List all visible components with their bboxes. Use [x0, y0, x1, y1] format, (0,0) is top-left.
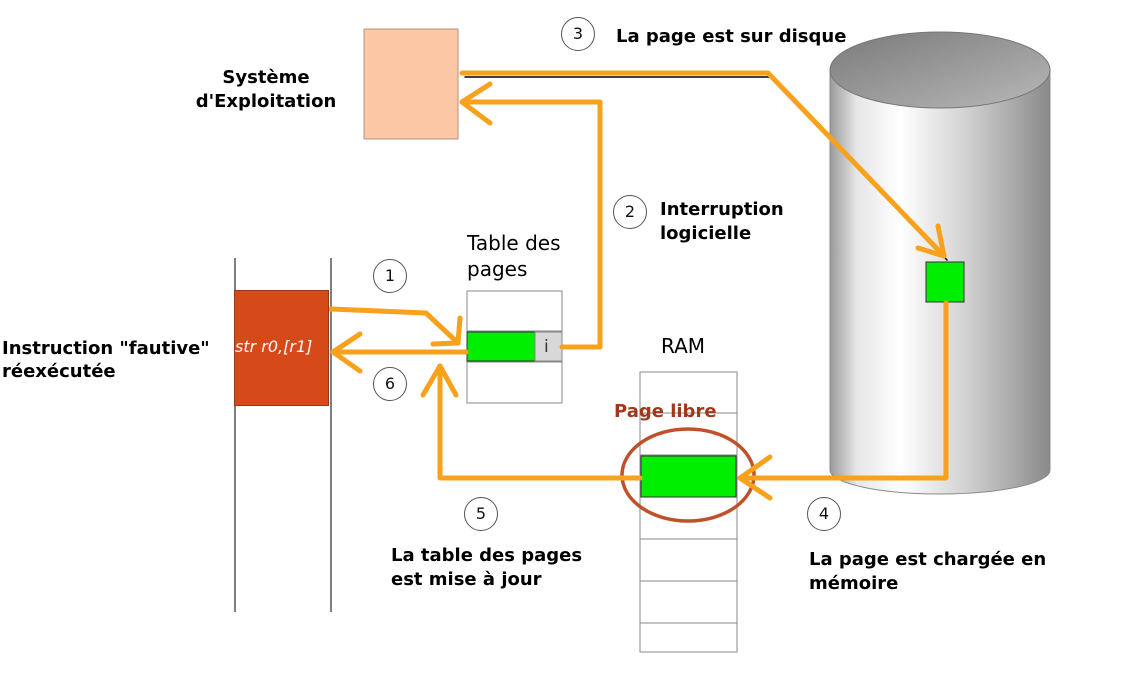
- instruction-code: str r0,[r1]: [235, 337, 313, 356]
- step-circle-1: 1: [373, 259, 407, 293]
- os-label: Système d'Exploitation: [195, 67, 337, 112]
- instruction-label-line1: Instruction "fautive": [2, 338, 210, 359]
- step-circle-2: 2: [613, 195, 647, 229]
- step5-label: La table des pages est mise à jour: [391, 545, 583, 590]
- page-table-entry: [466, 331, 536, 362]
- ram-label: RAM: [661, 334, 706, 358]
- step-circle-3: 3: [561, 17, 595, 51]
- disk-page: [925, 261, 965, 303]
- free-page-label: Page libre: [614, 401, 717, 422]
- os-box: [363, 28, 459, 140]
- step-circle-4: 4: [807, 497, 841, 531]
- step-circle-5: 5: [464, 497, 498, 531]
- invalid-bit-label: i: [544, 337, 549, 357]
- step-circle-6: 6: [373, 367, 407, 401]
- instruction-label-line2: réexécutée: [2, 361, 116, 382]
- step3-label: La page est sur disque: [616, 26, 847, 47]
- ram-loaded-page: [640, 455, 737, 498]
- step2-label: Interruption logicielle: [660, 199, 784, 244]
- faulting-instruction-box: str r0,[r1]: [234, 290, 329, 406]
- step4-label: La page est chargée en mémoire: [809, 549, 1047, 594]
- page-table-title: Table des pages: [467, 231, 561, 281]
